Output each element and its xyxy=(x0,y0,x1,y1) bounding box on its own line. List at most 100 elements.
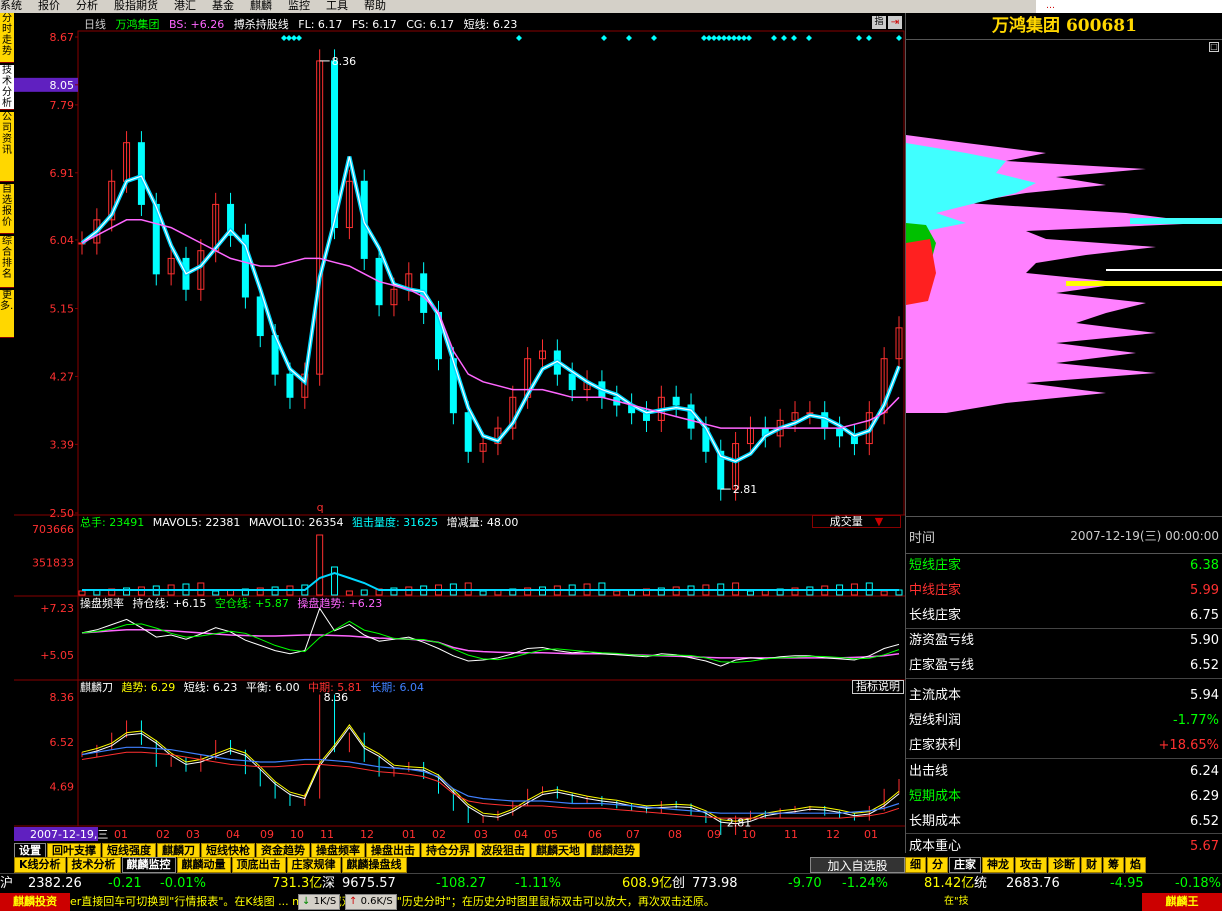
dropdown-arrow-icon: ▼ xyxy=(874,515,884,528)
volume-bar xyxy=(78,590,86,596)
menu-bar: 系统 报价 分析 股指期货 港汇 基金 麒麟 监控 工具 帮助 … xyxy=(0,0,1222,13)
indicator-icon[interactable]: 指 xyxy=(872,16,886,29)
date-tick: 02 xyxy=(432,828,446,841)
date-tick: 04 xyxy=(226,828,240,841)
ticker-item: -1.11% xyxy=(515,876,561,891)
right-panel-tab[interactable]: 庄家 xyxy=(949,857,981,873)
menu-item[interactable]: 分析 xyxy=(76,0,98,12)
info-value: 6.29 xyxy=(1190,789,1219,804)
qilin-balance: 平衡: 6.00 xyxy=(245,681,300,694)
side-tab[interactable]: 技术分析 xyxy=(0,65,14,110)
indicator-tab[interactable]: 操盘频率 xyxy=(311,843,365,858)
right-panel-tab[interactable]: 焰 xyxy=(1125,857,1146,873)
url-fragment: … xyxy=(1036,0,1222,13)
chip-bar-white xyxy=(1106,269,1222,271)
date-tick: 12 xyxy=(826,828,840,841)
volume-bar xyxy=(880,590,888,596)
menu-item[interactable]: 麒麟 xyxy=(250,0,272,12)
right-panel-tab[interactable]: 神龙 xyxy=(982,857,1014,873)
volume-bar xyxy=(331,566,339,596)
qilin-tick: 6.52 xyxy=(50,736,75,749)
ticker-item: 773.98 xyxy=(692,876,738,891)
info-value: 5.94 xyxy=(1190,688,1219,703)
indicator-tab[interactable]: 短线强度 xyxy=(102,843,156,858)
menu-item[interactable]: 报价 xyxy=(38,0,60,12)
info-value: 6.75 xyxy=(1190,608,1219,623)
chart-area[interactable]: 8.67 8.05 7.79 6.91 6.04 5.15 4.27 3.39 2.50 8.36… xyxy=(14,13,905,843)
info-label: 庄家获利 xyxy=(909,738,962,753)
info-row: 出击线 6.24 xyxy=(906,759,1222,784)
indicator-tab[interactable]: 短线快枪 xyxy=(201,843,255,858)
side-tab[interactable]: 分时走势 xyxy=(0,13,14,63)
add-watchlist-button[interactable]: 加入自选股 xyxy=(810,857,905,873)
qilin-tick: 4.69 xyxy=(50,781,75,794)
volume-selector[interactable]: 成交量 ▼ xyxy=(812,515,901,528)
menu-item[interactable]: 系统 xyxy=(0,0,22,12)
right-panel-tab[interactable]: 筹 xyxy=(1103,857,1124,873)
right-panel-tab[interactable]: 诊断 xyxy=(1048,857,1080,873)
date-tick: 07 xyxy=(626,828,640,841)
ctrl-empty: 空仓线: +5.87 xyxy=(214,597,289,610)
indicator-help-button[interactable]: 指标说明 xyxy=(852,680,904,694)
side-tab[interactable]: 更多… xyxy=(0,290,14,338)
signal-diamond xyxy=(791,35,797,41)
right-panel-tab[interactable]: 细 xyxy=(905,857,926,873)
indicator-tab[interactable]: 麒麟天地 xyxy=(531,843,585,858)
upload-button[interactable]: ↑ 0.6K/S xyxy=(345,894,397,910)
fl-value: FL: 6.17 xyxy=(298,18,343,31)
price-tick: 6.91 xyxy=(50,167,75,180)
indicator-tab[interactable]: 麒麟刀 xyxy=(157,843,200,858)
indicator-tab[interactable]: 麒麟趋势 xyxy=(586,843,640,858)
date-tick: 10 xyxy=(290,828,304,841)
qilin-short: 短线: 6.23 xyxy=(183,681,238,694)
indicator-name: 搏杀持股线 xyxy=(233,18,289,31)
right-panel-tab[interactable]: 财 xyxy=(1081,857,1102,873)
indicator-tab[interactable]: 持仓分界 xyxy=(421,843,475,858)
menu-item[interactable]: 帮助 xyxy=(364,0,386,12)
menu-item[interactable]: 港汇 xyxy=(174,0,196,12)
ticker-item: 81.42亿 xyxy=(924,876,975,891)
analysis-tab[interactable]: K线分析 xyxy=(14,857,66,873)
cg-value: CG: 6.17 xyxy=(406,18,455,31)
menu-item[interactable]: 监控 xyxy=(288,0,310,12)
indicator-tab[interactable]: 资金趋势 xyxy=(256,843,310,858)
right-panel-tab[interactable]: 分 xyxy=(927,857,948,873)
exit-icon[interactable]: ⇥ xyxy=(888,16,902,29)
side-tab[interactable]: 综合排名 xyxy=(0,236,14,288)
analysis-tab[interactable]: 技术分析 xyxy=(66,857,121,873)
ctrl-tick: +7.23 xyxy=(40,602,74,615)
volume-bar xyxy=(345,590,353,596)
analysis-tab[interactable]: 庄家规律 xyxy=(286,857,341,873)
analysis-tab[interactable]: 麒麟动量 xyxy=(176,857,231,873)
index-ticker: 沪 2382.26 -0.21 -0.01% 731.3亿深 9675.57 -108.27… xyxy=(0,873,1222,893)
price-tick: 2.50 xyxy=(50,507,75,520)
price-tick: 3.39 xyxy=(50,438,75,451)
indicator-tab[interactable]: 回叶支撑 xyxy=(47,843,101,858)
indicator-tab[interactable]: 波段狙击 xyxy=(476,843,530,858)
price-tick: 7.79 xyxy=(50,99,75,112)
date-tick: 11 xyxy=(784,828,798,841)
menu-item[interactable]: 工具 xyxy=(326,0,348,12)
candle-body xyxy=(286,373,294,398)
info-label: 成本重心 xyxy=(909,839,962,854)
analysis-tab[interactable]: 麒麟监控 xyxy=(121,857,176,873)
info-value: +18.65% xyxy=(1158,738,1219,753)
menu-item[interactable]: 股指期货 xyxy=(114,0,158,12)
menu-item[interactable]: 基金 xyxy=(212,0,234,12)
analysis-tab[interactable]: 麒麟操盘线 xyxy=(341,857,407,873)
side-tab[interactable]: 公司资讯 xyxy=(0,112,14,182)
info-label: 长线庄家 xyxy=(909,608,962,623)
side-tab[interactable]: 自选报价 xyxy=(0,184,14,234)
date-tick: 03 xyxy=(474,828,488,841)
right-panel-tab[interactable]: 攻击 xyxy=(1015,857,1047,873)
stock-title: 万鸿集团 600681 xyxy=(906,13,1222,40)
analysis-tab[interactable]: 顶底出击 xyxy=(231,857,286,873)
stock-name-label: 万鸿集团 xyxy=(115,18,160,31)
info-label: 中线庄家 xyxy=(909,583,962,598)
indicator-tab[interactable]: 操盘出击 xyxy=(366,843,420,858)
indicator-tab[interactable]: 设置 xyxy=(14,843,46,858)
info-row: 中线庄家 5.99 xyxy=(906,578,1222,603)
qilin-trend: 趋势: 6.29 xyxy=(121,681,176,694)
ticker-item: 统 xyxy=(974,876,988,891)
download-button[interactable]: ↓ 1K/S xyxy=(298,894,341,910)
